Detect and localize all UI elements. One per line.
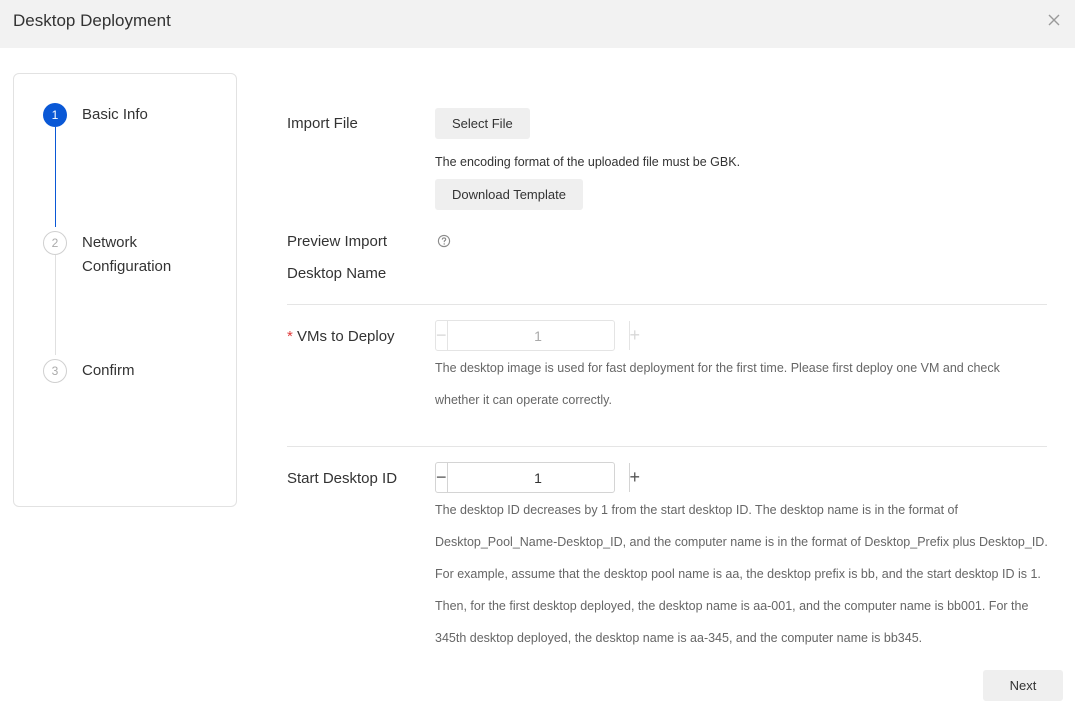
- step-connector-1: [55, 127, 56, 227]
- step-connector-2: [55, 255, 56, 355]
- step-1-number: 1: [43, 103, 67, 127]
- increment-button: +: [629, 325, 641, 345]
- preview-import-label: Preview Import: [287, 233, 388, 250]
- decrement-button[interactable]: −: [436, 463, 447, 492]
- encoding-hint: The encoding format of the uploaded file…: [435, 155, 741, 169]
- vms-to-deploy-input: [446, 321, 630, 350]
- start-desktop-id-description: The desktop ID decreases by 1 from the s…: [435, 503, 1048, 645]
- info-circle-icon[interactable]: [437, 234, 451, 248]
- dialog-header: Desktop Deployment: [0, 0, 1075, 48]
- step-3-label[interactable]: Confirm: [82, 359, 135, 383]
- required-mark: *: [287, 328, 293, 345]
- steps-panel: 1 Basic Info 2 Network Configuration 3 C…: [13, 73, 237, 507]
- desktop-name-label: Desktop Name: [287, 265, 387, 282]
- step-2-label[interactable]: Network Configuration: [82, 231, 202, 279]
- step-3-number: 3: [43, 359, 67, 383]
- vms-to-deploy-stepper: − +: [435, 320, 640, 351]
- decrement-button: −: [436, 325, 447, 345]
- increment-button[interactable]: +: [630, 463, 641, 492]
- select-file-button[interactable]: Select File: [435, 108, 530, 139]
- step-1-label[interactable]: Basic Info: [82, 103, 148, 127]
- section-divider: [287, 304, 1047, 305]
- dialog-title: Desktop Deployment: [13, 11, 171, 30]
- next-button[interactable]: Next: [983, 670, 1063, 701]
- step-2-number: 2: [43, 231, 67, 255]
- start-desktop-id-stepper[interactable]: − +: [435, 462, 640, 493]
- start-desktop-id-label: Start Desktop ID: [287, 470, 398, 487]
- vms-to-deploy-label: * VMs to Deploy: [287, 328, 395, 345]
- vms-to-deploy-description: The desktop image is used for fast deplo…: [435, 361, 1000, 407]
- vms-to-deploy-text: VMs to Deploy: [297, 328, 395, 345]
- section-divider: [287, 446, 1047, 447]
- download-template-button[interactable]: Download Template: [435, 179, 583, 210]
- start-desktop-id-input[interactable]: [446, 463, 630, 492]
- import-file-label: Import File: [287, 115, 358, 132]
- close-icon[interactable]: [1045, 11, 1063, 29]
